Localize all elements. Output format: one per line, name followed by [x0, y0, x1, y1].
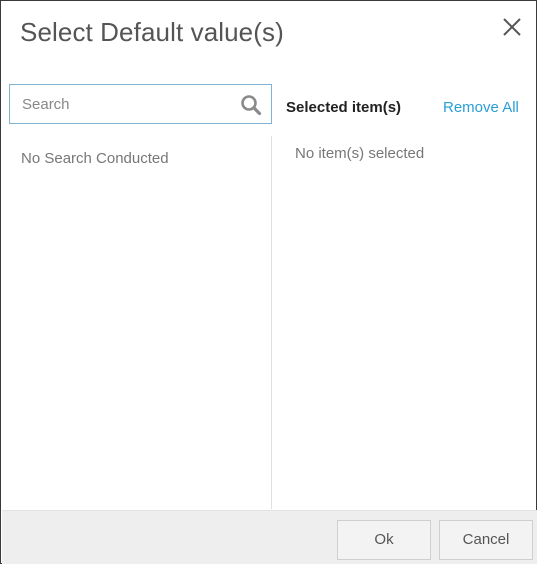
dialog-title: Select Default value(s) [20, 17, 284, 47]
close-icon [503, 18, 521, 36]
search-icon[interactable] [240, 94, 262, 116]
search-field [9, 84, 272, 124]
panel-divider [271, 136, 272, 509]
remove-all-link[interactable]: Remove All [443, 99, 519, 116]
search-input[interactable] [10, 85, 235, 123]
close-button[interactable] [500, 15, 524, 39]
selected-items-empty-text: No item(s) selected [295, 145, 425, 162]
search-results-empty-text: No Search Conducted [21, 150, 169, 167]
cancel-button[interactable]: Cancel [439, 520, 533, 560]
selected-items-heading: Selected item(s) [286, 99, 402, 116]
ok-button[interactable]: Ok [337, 520, 431, 560]
dialog-footer: Ok Cancel [2, 510, 537, 564]
select-default-values-dialog: Select Default value(s) No Search Conduc… [0, 0, 537, 564]
